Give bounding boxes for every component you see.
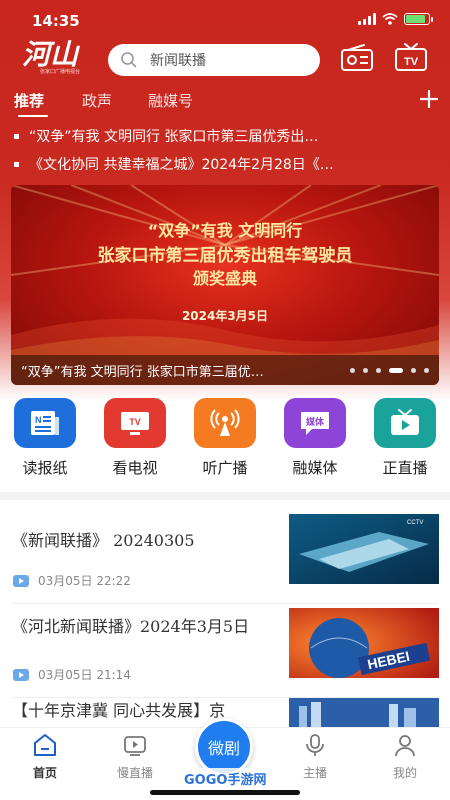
news-title: 【十年京津冀 同心共发展】京 [12, 701, 226, 720]
bullet [14, 133, 19, 139]
watermark: GOGO手游网 [180, 768, 271, 789]
user-icon [395, 735, 415, 757]
shortcut-label: 正直播 [382, 459, 428, 477]
news-meta: 03月05日 21:14 [12, 666, 131, 683]
svg-text:TV: TV [129, 417, 141, 427]
tab-home[interactable]: 首页 [10, 732, 80, 781]
banner-title-line3: 颁奖盛典 [192, 269, 257, 288]
logo-subtitle: 张家口广播电视台 [40, 69, 81, 75]
search-placeholder: 新闻联播 [150, 53, 206, 69]
carousel-dot[interactable] [376, 368, 381, 373]
active-tab-indicator [18, 115, 48, 117]
status-time: 14:35 [32, 12, 80, 30]
radio-icon[interactable] [340, 44, 374, 72]
tab-slow-live[interactable]: 慢直播 [100, 732, 170, 781]
add-channel-icon[interactable] [416, 86, 442, 112]
home-indicator [150, 790, 300, 795]
svg-text:N: N [35, 415, 42, 425]
carousel-dot[interactable] [350, 368, 355, 373]
banner-title-line1: “双争”有我 文明同行 [147, 221, 303, 240]
channel-tabs: 推荐 政声 融媒号 [0, 86, 450, 118]
tab-rongmeihao[interactable]: 融媒号 [148, 90, 193, 111]
svg-text:TV: TV [404, 56, 419, 68]
video-icon [13, 574, 29, 587]
app-logo: 河山 张家口广播电视台 [22, 40, 84, 78]
shortcut-live[interactable]: 正直播 [370, 398, 440, 478]
ticker-item[interactable]: “双争”有我 文明同行 张家口市第三届优秀出… [14, 126, 438, 146]
news-time: 03月05日 21:14 [38, 668, 131, 682]
ticker-text: “双争”有我 文明同行 张家口市第三届优秀出… [29, 129, 319, 145]
banner-date: 2024年3月5日 [181, 309, 269, 323]
status-icons [358, 13, 433, 25]
news-title: 《河北新闻联播》2024年3月5日 [12, 617, 250, 636]
tab-zhengsheng[interactable]: 政声 [82, 90, 112, 111]
live-tv-icon [374, 398, 436, 448]
search-icon [121, 52, 137, 68]
banner-caption-text: “双争”有我 文明同行 张家口市第三届优… [21, 364, 264, 380]
tab-label: 首页 [32, 766, 57, 780]
video-icon [13, 668, 29, 681]
news-item[interactable]: 《河北新闻联播》2024年3月5日 03月05日 21:14 HEBEI [0, 604, 450, 698]
ticker-item[interactable]: 《文化协同 共建幸福之城》2024年2月28日《… [14, 154, 438, 174]
tab-mine[interactable]: 我的 [370, 732, 440, 781]
section-divider [0, 492, 450, 500]
carousel-dot[interactable] [424, 368, 429, 373]
slow-live-icon [124, 736, 146, 756]
home-icon [34, 734, 56, 756]
tv-icon: TV [104, 398, 166, 448]
shortcut-read-newspaper[interactable]: N 读报纸 [10, 398, 80, 478]
battery-icon [404, 13, 433, 25]
svg-text:媒体: 媒体 [305, 416, 325, 428]
bullet [14, 161, 19, 167]
banner-title-line2: 张家口市第三届优秀出租车驾驶员 [97, 246, 353, 266]
carousel-dot[interactable] [363, 368, 368, 373]
ticker-text: 《文化协同 共建幸福之城》2024年2月28日《… [29, 157, 334, 173]
media-chat-icon: 媒体 [284, 398, 346, 448]
logo-text: 河山 [22, 38, 79, 71]
shortcut-listen-radio[interactable]: 听广播 [190, 398, 260, 478]
tv-icon[interactable]: TV [394, 42, 428, 72]
wifi-icon [382, 13, 398, 25]
broadcast-icon [194, 398, 256, 448]
status-bar: 14:35 [0, 0, 450, 40]
signal-icon [358, 13, 376, 25]
watermark-text: GOGO手游网 [184, 773, 267, 788]
shortcut-watch-tv[interactable]: TV 看电视 [100, 398, 170, 478]
tab-label: 主播 [302, 766, 327, 780]
news-item[interactable]: 《新闻联播》 20240305 03月05日 22:22 CCTV [0, 510, 450, 604]
carousel-dot[interactable] [411, 368, 416, 373]
shortcut-label: 融媒体 [292, 459, 338, 477]
svg-text:CCTV: CCTV [407, 520, 423, 526]
news-thumbnail: CCTV [289, 514, 439, 584]
shortcut-label: 看电视 [112, 459, 158, 477]
shortcut-grid: N 读报纸 TV 看电视 听广播 媒体 融媒体 正直播 [0, 398, 450, 488]
tab-label: 我的 [392, 766, 417, 780]
microphone-icon [306, 734, 324, 756]
tab-label: 慢直播 [116, 766, 153, 780]
newspaper-icon: N [14, 398, 76, 448]
news-meta: 03月05日 22:22 [12, 572, 131, 589]
news-thumbnail: HEBEI [289, 608, 439, 678]
shortcut-label: 听广播 [202, 459, 248, 477]
news-time: 03月05日 22:22 [38, 574, 131, 588]
news-thumbnail [289, 698, 439, 728]
banner-carousel[interactable]: “双争”有我 文明同行 张家口市第三届优秀出租车驾驶员 颁奖盛典 2024年3月… [11, 185, 439, 385]
search-input[interactable]: 新闻联播 [108, 44, 320, 76]
tab-recommend[interactable]: 推荐 [14, 90, 44, 111]
shortcut-label: 读报纸 [22, 459, 68, 477]
news-title: 《新闻联播》 20240305 [12, 531, 195, 550]
shortcut-media[interactable]: 媒体 融媒体 [280, 398, 350, 478]
tab-anchor[interactable]: 主播 [280, 732, 350, 781]
carousel-dots [350, 368, 429, 373]
carousel-dot-active[interactable] [389, 368, 403, 373]
